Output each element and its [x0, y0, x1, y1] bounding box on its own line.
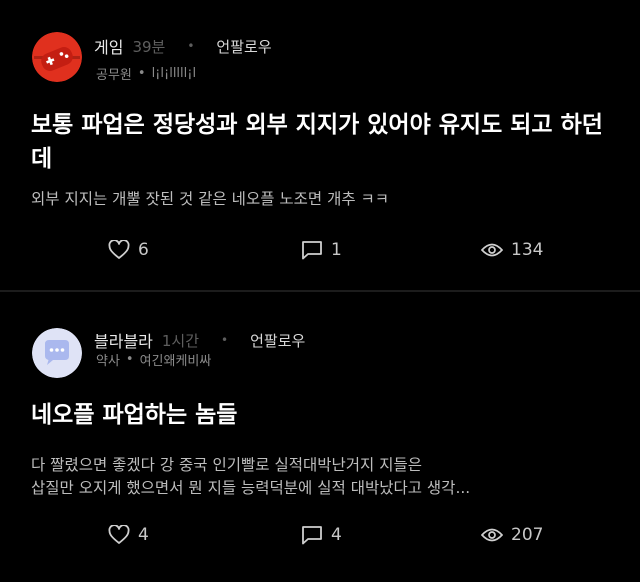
like-button[interactable]: 4	[108, 525, 149, 545]
meta-separator: •	[187, 39, 195, 53]
like-button[interactable]: 6	[108, 240, 149, 260]
post-card[interactable]: 블라블라 1시간 • 언팔로우 약사 • 여긴왜케비싸 네오플 파업하는 놈들 …	[0, 292, 640, 582]
view-counter: 134	[481, 240, 543, 260]
eye-icon	[481, 528, 503, 542]
comment-button[interactable]: 1	[301, 240, 342, 260]
post-meta: 블라블라 1시간 • 언팔로우	[94, 328, 305, 352]
view-count: 134	[511, 240, 544, 260]
like-count: 6	[138, 240, 149, 260]
author-info: 공무원 • l¡l¡lllll¡l	[96, 64, 196, 83]
comment-icon	[302, 526, 322, 545]
author-info: 약사 • 여긴왜케비싸	[96, 350, 211, 369]
post-card[interactable]: 게임 39분 • 언팔로우 공무원 • l¡l¡lllll¡l 보통 파업은 정…	[0, 0, 640, 290]
chat-bubble-icon[interactable]	[32, 328, 82, 378]
post-body[interactable]: 외부 지지는 개뿔 잣된 것 같은 네오플 노조면 개추 ㅋㅋ	[31, 188, 610, 211]
unfollow-button[interactable]: 언팔로우	[250, 330, 305, 351]
comment-count: 4	[331, 525, 342, 545]
board-name[interactable]: 블라블라	[94, 328, 153, 352]
post-stats: 4 4 207	[0, 525, 640, 549]
heart-icon	[108, 240, 130, 259]
post-body[interactable]: 다 짤렸으면 좋겠다 강 중국 인기빨로 실적대박난거지 지들은 삽질만 오지게…	[31, 454, 610, 500]
post-meta: 게임 39분 • 언팔로우	[94, 34, 272, 58]
view-counter: 207	[481, 525, 543, 545]
author-company: 공무원	[96, 68, 132, 83]
heart-icon	[108, 525, 130, 544]
game-controller-icon[interactable]	[32, 32, 82, 82]
view-count: 207	[511, 525, 544, 545]
author-separator: •	[125, 352, 134, 367]
author-nickname: 여긴왜케비싸	[139, 354, 212, 369]
comment-count: 1	[331, 240, 342, 260]
post-time: 39분	[132, 37, 166, 56]
post-stats: 6 1 134	[0, 240, 640, 264]
post-title[interactable]: 보통 파업은 정당성과 외부 지지가 있어야 유지도 되고 하던데	[31, 108, 610, 176]
author-separator: •	[137, 66, 146, 81]
author-nickname: l¡l¡lllll¡l	[151, 66, 197, 81]
meta-separator: •	[221, 333, 229, 347]
like-count: 4	[138, 525, 149, 545]
eye-icon	[481, 243, 503, 257]
board-name[interactable]: 게임	[94, 34, 123, 58]
post-time: 1시간	[161, 331, 200, 350]
comment-button[interactable]: 4	[301, 525, 342, 545]
comment-icon	[302, 241, 322, 260]
unfollow-button[interactable]: 언팔로우	[216, 36, 271, 57]
post-title[interactable]: 네오플 파업하는 놈들	[31, 398, 610, 432]
author-company: 약사	[96, 354, 120, 369]
